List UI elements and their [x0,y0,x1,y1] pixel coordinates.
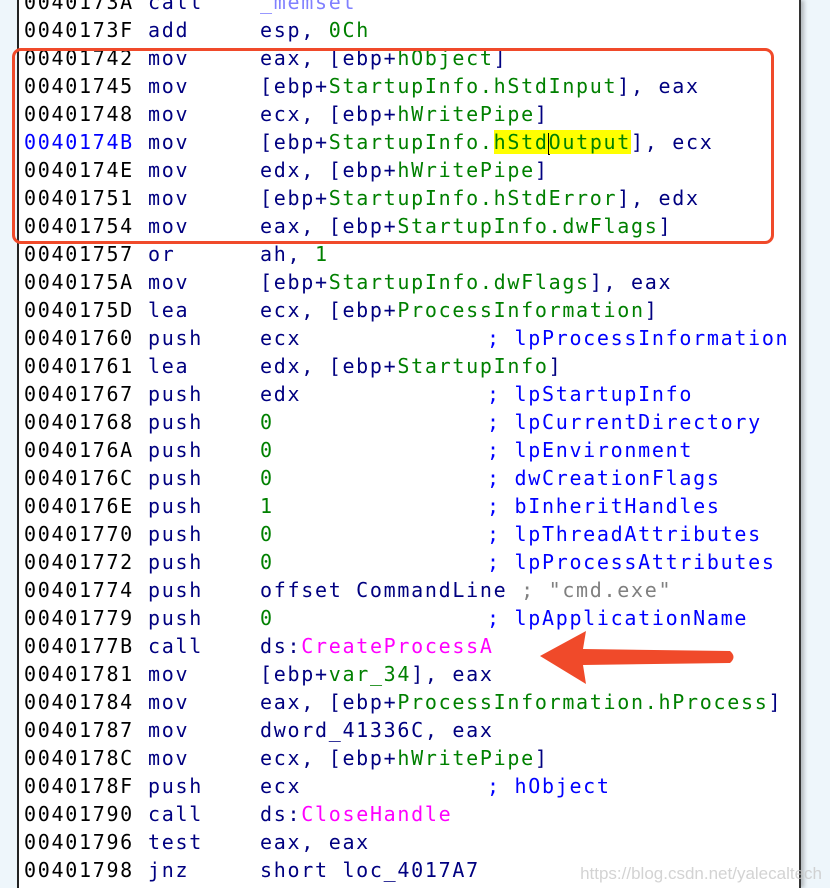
arrow-shape [540,631,734,684]
red-arrow-annotation-icon [540,631,734,684]
watermark: https://blog.csdn.net/yalecaltech [580,864,822,883]
